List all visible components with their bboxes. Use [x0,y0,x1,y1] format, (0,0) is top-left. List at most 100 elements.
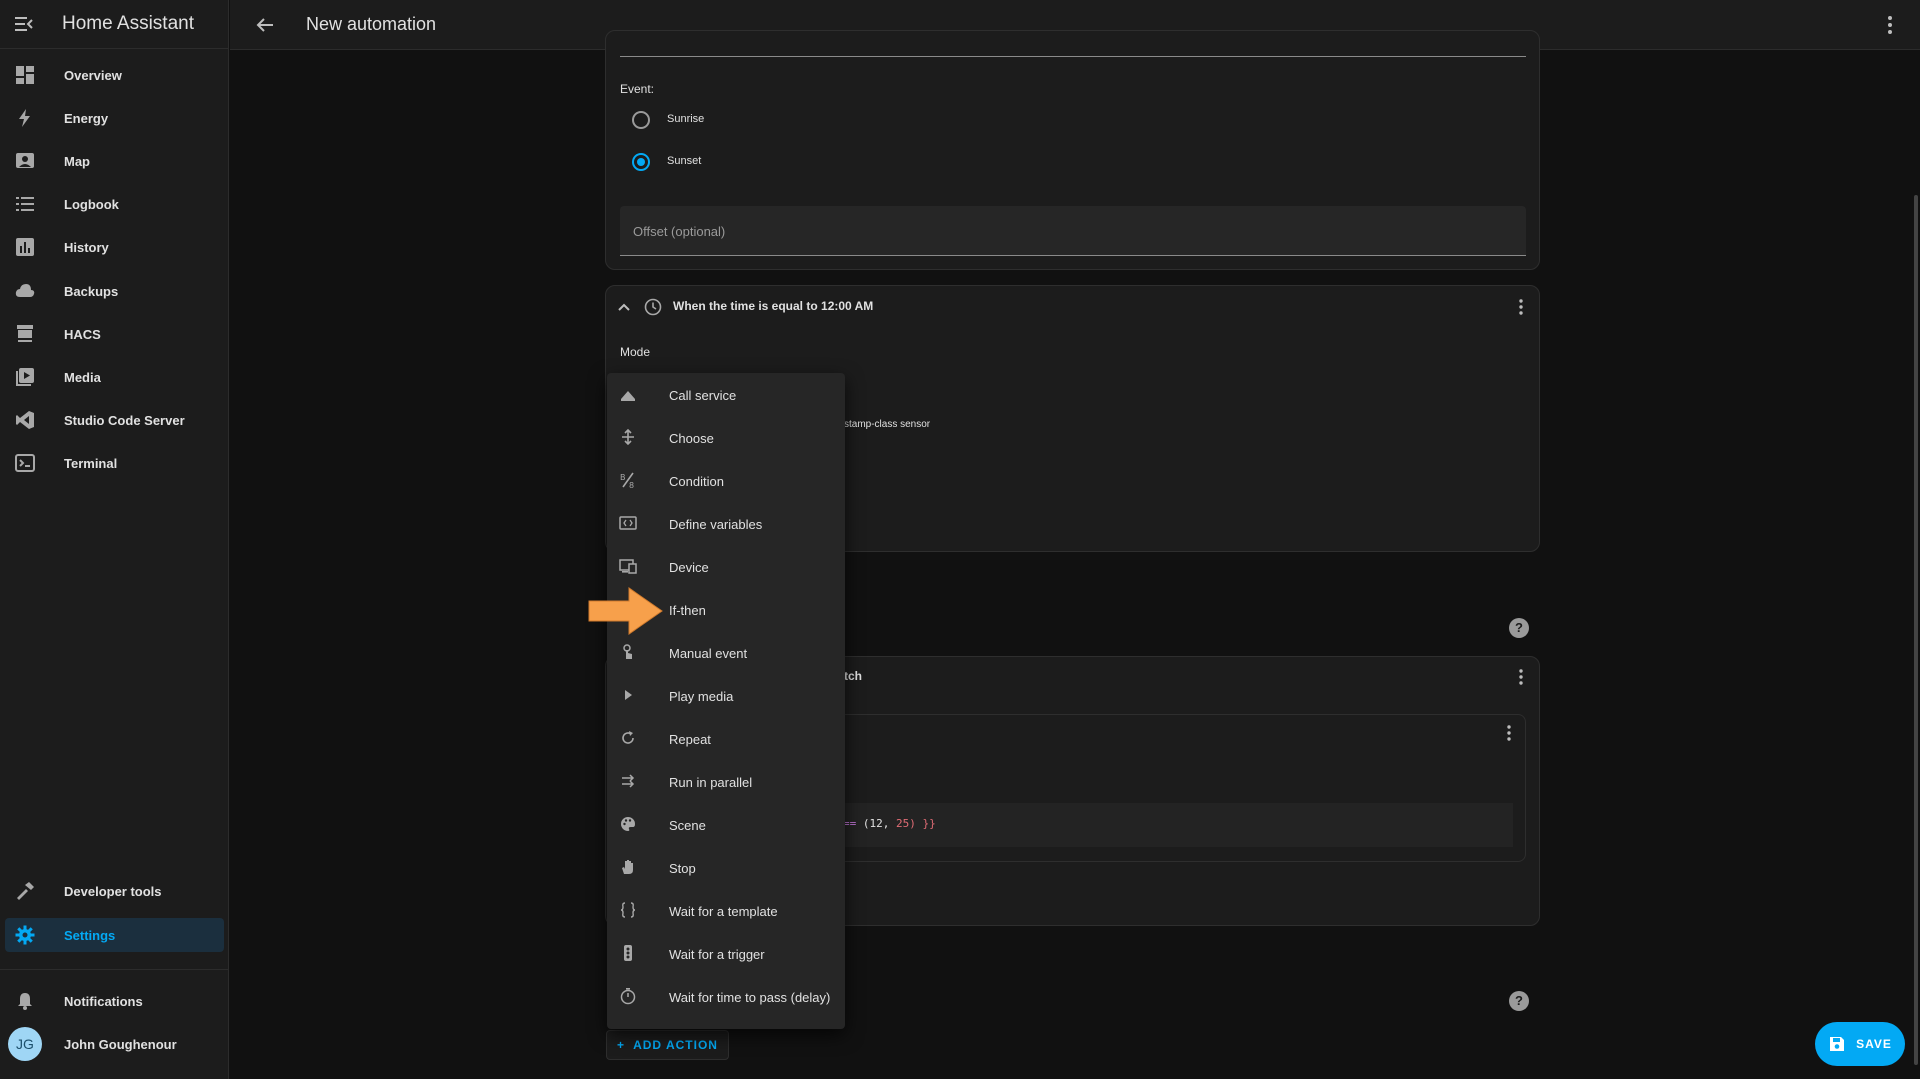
radio-sunrise[interactable] [632,111,650,129]
back-arrow-icon[interactable] [253,13,277,37]
menu-item-label: Run in parallel [669,775,753,790]
sidebar-item-hacs[interactable]: HACS [5,317,224,351]
sidebar-item-label: Notifications [64,993,143,1009]
radio-sunset[interactable] [632,153,650,171]
menu-item-stop[interactable]: Stop [607,846,845,889]
condition-icon: B8 [619,471,637,489]
sidebar-item-backups[interactable]: Backups [5,274,224,308]
clock-icon [644,298,662,316]
action-more-icon[interactable] [1511,667,1531,687]
menu-item-label: Stop [669,861,696,876]
sidebar-header: Home Assistant [0,0,228,49]
menu-item-repeat[interactable]: Repeat [607,717,845,760]
play-icon [619,686,637,704]
menu-item-wait-for-template[interactable]: Wait for a template [607,889,845,932]
hacs-store-icon [15,324,35,344]
cloud-icon [15,281,35,301]
palette-icon [619,815,637,833]
sidebar-item-label: Energy [64,110,109,126]
menu-item-condition[interactable]: B8 Condition [607,459,845,502]
svg-text:8: 8 [629,481,634,489]
menu-item-call-service[interactable]: Call service [607,373,845,416]
trigger-time-title: When the time is equal to 12:00 AM [673,299,874,313]
sidebar-item-map[interactable]: Map [5,144,224,178]
sidebar-item-label: Overview [64,67,122,83]
sidebar-item-terminal[interactable]: Terminal [5,446,224,480]
chart-icon [15,237,35,257]
call-service-icon [619,385,637,403]
help-icon-actions[interactable]: ? [1509,991,1529,1011]
add-action-button[interactable]: + ADD ACTION [606,1030,729,1060]
save-label: SAVE [1856,1037,1892,1051]
media-play-icon [15,367,35,387]
menu-item-scene[interactable]: Scene [607,803,845,846]
sidebar-item-label: Settings [64,927,116,943]
save-button[interactable]: SAVE [1815,1022,1905,1066]
choose-icon [619,428,637,446]
more-vertical-icon[interactable] [1878,13,1902,37]
svg-text:B: B [620,473,626,482]
menu-item-wait-for-trigger[interactable]: Wait for a trigger [607,932,845,975]
code-number: 25 [896,817,910,830]
avatar[interactable]: JG [8,1027,42,1061]
app-title: Home Assistant [62,13,194,34]
sidebar-item-logbook[interactable]: Logbook [5,187,224,221]
menu-item-device[interactable]: Device [607,545,845,588]
scrollbar-thumb[interactable] [1914,195,1918,1065]
plus-icon: + [617,1038,626,1052]
sidebar-item-developer-tools[interactable]: Developer tools [5,874,224,908]
user-name: John Goughenour [64,1036,177,1052]
help-icon[interactable]: ? [1509,618,1529,638]
sidebar-item-overview[interactable]: Overview [5,58,224,92]
menu-toggle-icon[interactable] [12,12,36,36]
sidebar-item-label: Media [64,369,101,385]
hammer-icon [15,881,35,901]
field-underline [620,56,1526,57]
sidebar-item-energy[interactable]: Energy [5,101,224,135]
menu-item-define-variables[interactable]: Define variables [607,502,845,545]
partial-sensor-text: stamp-class sensor [844,419,931,430]
radio-label-sunrise: Sunrise [667,113,705,125]
menu-item-wait-for-delay[interactable]: Wait for time to pass (delay) [607,975,845,1018]
menu-item-play-media[interactable]: Play media [607,674,845,717]
manual-event-icon [619,643,637,661]
menu-item-manual-event[interactable]: Manual event [607,631,845,674]
menu-item-run-in-parallel[interactable]: Run in parallel [607,760,845,803]
menu-item-label: Manual event [669,646,748,661]
sidebar-item-settings[interactable]: Settings [5,918,224,952]
sidebar-divider [0,969,229,970]
menu-item-label: Wait for time to pass (delay) [669,990,831,1005]
sidebar-item-label: Studio Code Server [64,412,185,428]
sidebar: Home Assistant Overview Energy Map Logbo… [0,0,229,1079]
vscode-icon [15,410,35,430]
hand-icon [619,858,637,876]
orange-arrow-icon [587,586,665,636]
terminal-icon [15,453,35,473]
sidebar-item-history[interactable]: History [5,230,224,264]
sidebar-item-label: Map [64,153,90,169]
lightning-icon [15,108,35,128]
code-tuple: (12, [862,817,890,830]
menu-item-label: Repeat [669,732,711,747]
sidebar-item-studio-code-server[interactable]: Studio Code Server [5,403,224,437]
braces-icon [619,901,637,919]
menu-item-label: If-then [669,603,706,618]
sidebar-item-label: Backups [64,283,119,299]
action-partial-title: tch [844,669,862,683]
code-close: ) }} [909,817,936,830]
add-action-label: ADD ACTION [633,1038,718,1052]
bell-icon [15,991,35,1011]
menu-item-label: Play media [669,689,734,704]
sidebar-item-notifications[interactable]: Notifications [5,984,224,1018]
condition-more-icon[interactable] [1499,723,1519,743]
sidebar-item-media[interactable]: Media [5,360,224,394]
sidebar-item-label: History [64,239,109,255]
trigger-more-icon[interactable] [1511,297,1531,317]
offset-placeholder: Offset (optional) [633,224,726,239]
offset-field[interactable]: Offset (optional) [620,206,1526,256]
chevron-up-icon[interactable] [616,299,632,315]
list-icon [15,194,35,214]
menu-item-label: Call service [669,388,737,403]
gear-icon [15,925,35,945]
menu-item-choose[interactable]: Choose [607,416,845,459]
